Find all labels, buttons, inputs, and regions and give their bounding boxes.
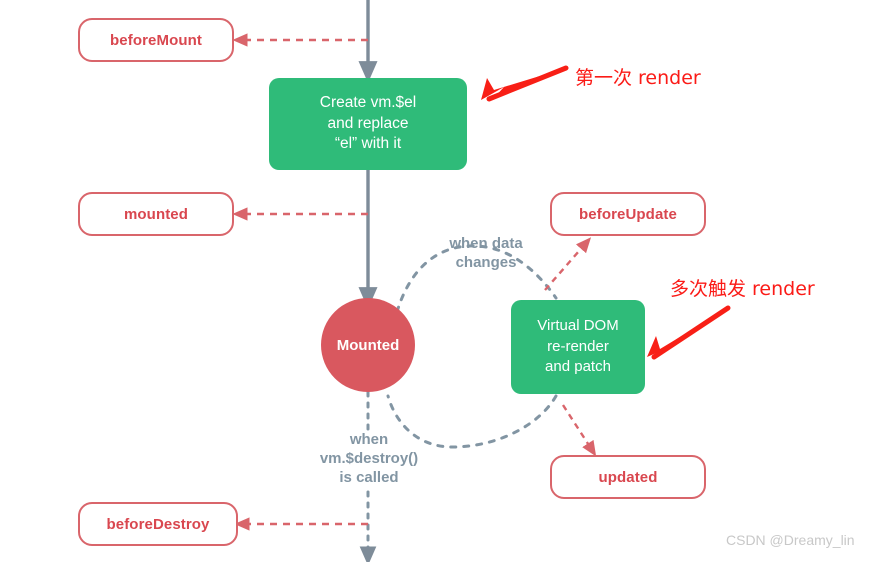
annotation-first-render: 第一次 render	[575, 67, 701, 89]
hook-pill-beforeupdate[interactable]: beforeUpdate	[550, 192, 706, 236]
annotation-multiple-render: 多次触发 render	[670, 278, 815, 300]
lifecycle-diagram-canvas: beforeMount mounted beforeUpdate updated…	[0, 0, 879, 562]
hook-pill-beforedestroy[interactable]: beforeDestroy	[78, 502, 238, 546]
hook-pill-mounted[interactable]: mounted	[78, 192, 234, 236]
annotation-arrow-multiple-render	[647, 305, 731, 360]
hook-label-beforeupdate: beforeUpdate	[579, 205, 677, 223]
hook-label-beforemount: beforeMount	[110, 31, 202, 49]
hook-label-mounted: mounted	[123, 205, 189, 223]
hook-pill-beforemount[interactable]: beforeMount	[78, 18, 234, 62]
flow-label-when-destroy-called: when vm.$destroy() is called	[319, 431, 419, 487]
state-circle-mounted: Mounted	[321, 298, 415, 392]
process-label-virtual-dom: Virtual DOM re-render and patch	[537, 317, 619, 376]
process-label-create-el: Create vm.$el and replace “el” with it	[319, 94, 417, 153]
wire-to-updated	[561, 404, 597, 457]
watermark: CSDN @Dreamy_lin	[726, 532, 855, 548]
hook-label-updated: updated	[598, 468, 658, 486]
flow-label-when-data-changes: when data changes	[449, 235, 523, 272]
state-label-mounted: Mounted	[336, 336, 400, 354]
hook-pill-updated[interactable]: updated	[550, 455, 706, 499]
process-box-create-el: Create vm.$el and replace “el” with it	[269, 78, 467, 170]
hook-label-beforedestroy: beforeDestroy	[106, 515, 210, 533]
process-box-virtual-dom: Virtual DOM re-render and patch	[511, 300, 645, 394]
annotation-arrow-first-render	[481, 65, 569, 102]
wire-to-beforeupdate	[544, 237, 592, 291]
